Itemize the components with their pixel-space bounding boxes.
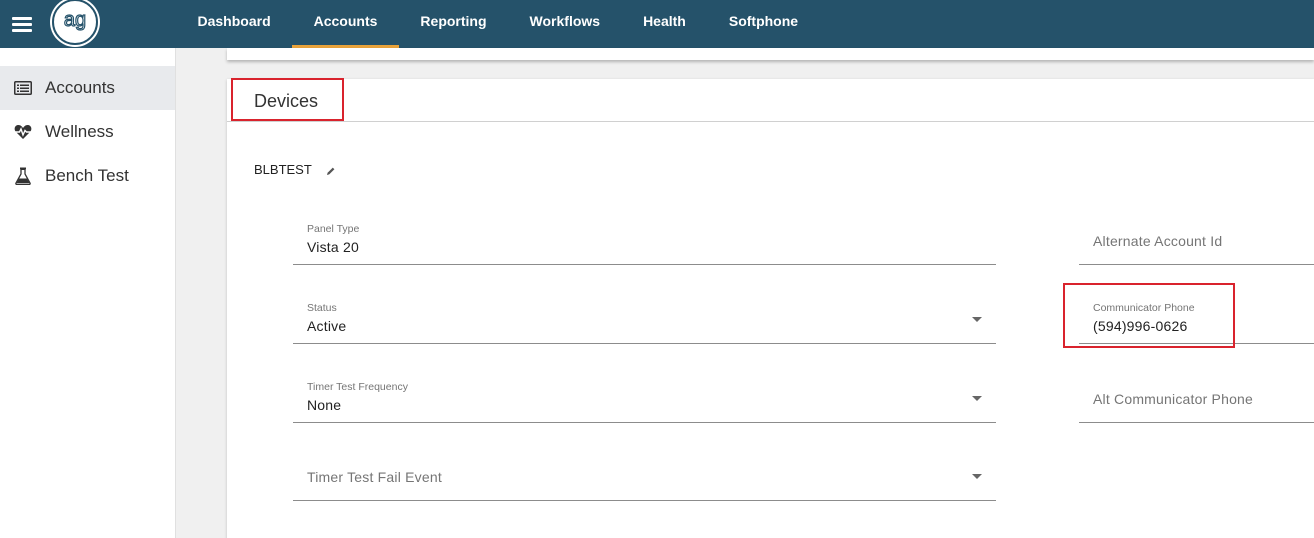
device-name: BLBTEST (254, 162, 312, 177)
flask-icon (14, 167, 32, 185)
timer-test-frequency-select[interactable]: Timer Test Frequency None (293, 376, 996, 423)
timer-test-frequency-value: None (307, 397, 342, 413)
nav-dashboard[interactable]: Dashboard (176, 0, 292, 48)
nav-accounts[interactable]: Accounts (292, 0, 399, 48)
communicator-phone-input[interactable]: Communicator Phone (594)996-0626 (1079, 297, 1314, 344)
communicator-phone-label: Communicator Phone (1093, 302, 1195, 314)
top-navigation-bar: ag Dashboard Accounts Reporting Workflow… (0, 0, 1314, 48)
logo-text: ag (64, 9, 86, 31)
heartbeat-icon (14, 123, 32, 141)
hamburger-menu-icon[interactable] (12, 16, 32, 32)
status-select[interactable]: Status Active (293, 297, 996, 344)
chevron-down-icon[interactable] (972, 396, 982, 401)
alternate-account-id-placeholder: Alternate Account Id (1093, 233, 1223, 249)
status-value: Active (307, 318, 347, 334)
sidebar-item-label: Accounts (45, 78, 115, 97)
sidebar-item-bench-test[interactable]: Bench Test (0, 154, 175, 198)
panel-type-value: Vista 20 (307, 239, 359, 255)
devices-card: Devices BLBTEST Panel Type Vista 20 Stat… (227, 78, 1314, 538)
edit-pencil-icon[interactable] (326, 163, 336, 175)
timer-test-fail-event-placeholder: Timer Test Fail Event (307, 469, 442, 485)
sidebar-item-label: Bench Test (45, 166, 129, 185)
chevron-down-icon[interactable] (972, 474, 982, 479)
previous-card (227, 48, 1314, 60)
devices-card-header: Devices (227, 79, 1314, 122)
nav-reporting[interactable]: Reporting (399, 0, 508, 48)
sidebar: Accounts Wellness Bench Test (0, 48, 176, 538)
nav-softphone[interactable]: Softphone (707, 0, 819, 48)
account-list-icon (14, 79, 32, 97)
timer-test-frequency-label: Timer Test Frequency (307, 381, 408, 393)
app-logo[interactable]: ag (50, 0, 100, 47)
sidebar-item-label: Wellness (45, 122, 114, 141)
chevron-down-icon[interactable] (972, 317, 982, 322)
alt-communicator-phone-input[interactable]: Alt Communicator Phone (1079, 376, 1314, 423)
panel-type-label: Panel Type (307, 223, 360, 235)
devices-title: Devices (254, 91, 319, 111)
alternate-account-id-input[interactable]: Alternate Account Id (1079, 218, 1314, 265)
status-label: Status (307, 302, 337, 314)
timer-test-fail-event-select[interactable]: Timer Test Fail Event (293, 454, 996, 501)
nav-health[interactable]: Health (622, 0, 708, 48)
alt-communicator-phone-placeholder: Alt Communicator Phone (1093, 391, 1254, 407)
panel-type-field[interactable]: Panel Type Vista 20 (293, 218, 996, 265)
nav-workflows[interactable]: Workflows (508, 0, 622, 48)
main-nav: Dashboard Accounts Reporting Workflows H… (176, 0, 820, 48)
sidebar-item-wellness[interactable]: Wellness (0, 110, 175, 154)
sidebar-item-accounts[interactable]: Accounts (0, 66, 175, 110)
communicator-phone-value: (594)996-0626 (1093, 318, 1188, 334)
